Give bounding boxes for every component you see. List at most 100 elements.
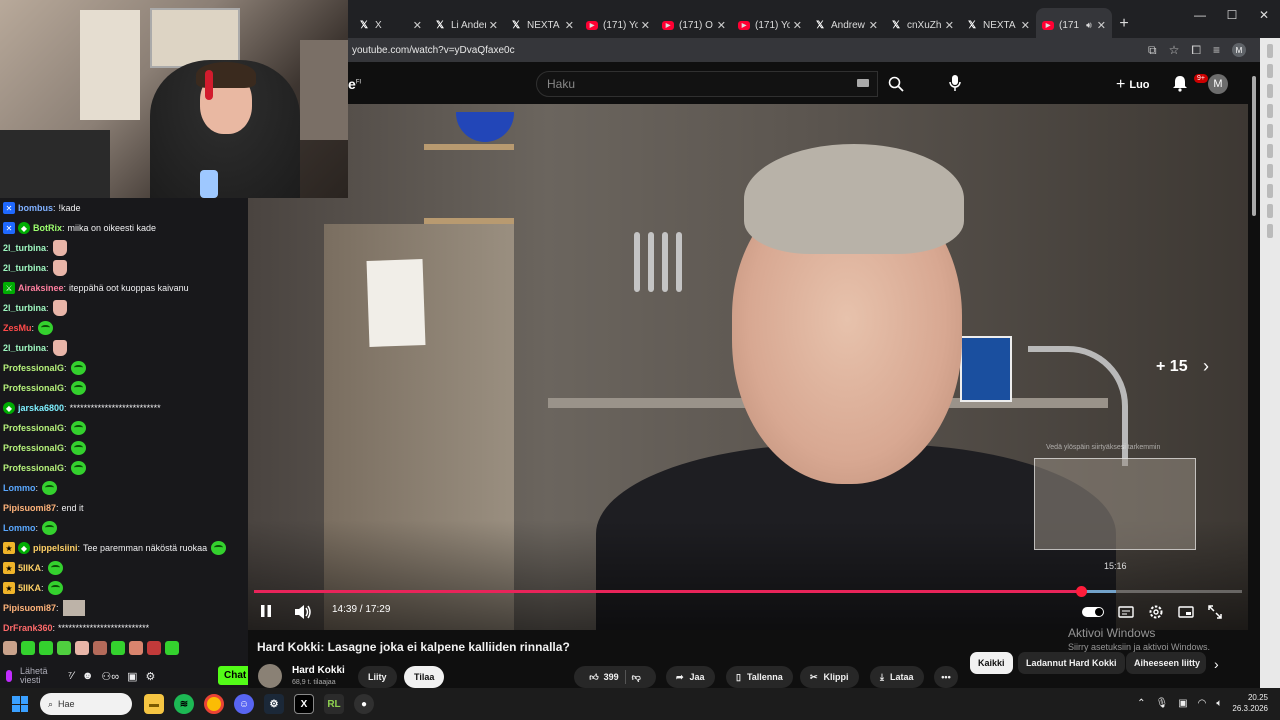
- notifications-button[interactable]: [1172, 74, 1188, 97]
- steam-icon[interactable]: ⚙: [264, 694, 284, 714]
- chat-username[interactable]: Lommo: [3, 483, 36, 493]
- tray-app-icon[interactable]: ▣: [1178, 698, 1187, 709]
- close-tab-icon[interactable]: ✕: [489, 19, 498, 32]
- chat-username[interactable]: bombus: [18, 203, 53, 213]
- chat-send-button[interactable]: Chat: [218, 666, 248, 685]
- channel-name[interactable]: Hard Kokki: [292, 665, 345, 676]
- chat-username[interactable]: DrFrank360: [3, 623, 53, 633]
- chat-username[interactable]: Pipisuomi87: [3, 603, 56, 613]
- chevron-right-icon[interactable]: ›: [1203, 356, 1209, 377]
- chat-username[interactable]: ProfessionalG: [3, 383, 64, 393]
- emote-icon[interactable]: [39, 641, 53, 655]
- chat-store-icon[interactable]: ▣: [127, 670, 137, 683]
- emote-icon[interactable]: [111, 641, 125, 655]
- chat-username[interactable]: ZesMu: [3, 323, 32, 333]
- close-tab-icon[interactable]: ✕: [945, 19, 954, 32]
- subtitles-icon[interactable]: [1118, 606, 1134, 618]
- progress-bar[interactable]: [254, 586, 1242, 597]
- youtube-logo[interactable]: eFI: [348, 76, 361, 92]
- emote-icon[interactable]: [93, 641, 107, 655]
- page-scrollbar[interactable]: [1248, 62, 1260, 688]
- close-window-icon[interactable]: ✕: [1248, 8, 1280, 22]
- chat-username[interactable]: 2l_turbina: [3, 243, 46, 253]
- chat-commands-icon[interactable]: ⁷⁄: [68, 670, 74, 682]
- rl-app-icon[interactable]: RL: [324, 694, 344, 714]
- chat-username[interactable]: Lommo: [3, 523, 36, 533]
- chat-username[interactable]: ProfessionalG: [3, 363, 64, 373]
- emoji-icon[interactable]: ☻: [82, 670, 94, 682]
- search-button[interactable]: [878, 71, 914, 97]
- browser-tab[interactable]: 𝕏 Li Ander ✕: [428, 8, 504, 42]
- chat-username[interactable]: BotRix: [33, 223, 62, 233]
- chat-username[interactable]: 2l_turbina: [3, 303, 46, 313]
- taskbar-clock[interactable]: 20.25 26.3.2026: [1232, 692, 1268, 714]
- account-avatar[interactable]: M: [1208, 74, 1228, 94]
- scrollbar-thumb[interactable]: [1252, 76, 1256, 216]
- browser-tab[interactable]: 𝕏 Andrew ✕: [808, 8, 884, 42]
- close-tab-icon[interactable]: ✕: [413, 19, 422, 32]
- browser-tab[interactable]: 𝕏 X ✕: [352, 8, 428, 42]
- close-tab-icon[interactable]: ✕: [1021, 19, 1030, 32]
- share-button[interactable]: ➦ Jaa: [666, 666, 715, 688]
- tab-audio-icon[interactable]: 🔊︎: [1086, 20, 1092, 31]
- keyboard-icon[interactable]: [857, 79, 869, 87]
- create-button[interactable]: + Luo: [1116, 76, 1150, 94]
- maximize-icon[interactable]: ☐: [1216, 8, 1248, 22]
- chat-username[interactable]: 5IIKA: [18, 583, 41, 593]
- extensions-icon[interactable]: ⧠: [1191, 43, 1201, 58]
- volume-button[interactable]: [294, 604, 312, 620]
- progress-scrubber[interactable]: [1075, 586, 1087, 597]
- emote-icon[interactable]: [129, 641, 143, 655]
- autoplay-toggle[interactable]: [1082, 607, 1104, 617]
- chat-input-bar[interactable]: Lähetä viesti ⁷⁄ ☻ ⚇∞ ▣ ⚙ Chat: [0, 664, 248, 688]
- emote-icon[interactable]: [75, 641, 89, 655]
- chat-input-placeholder[interactable]: Lähetä viesti: [20, 667, 60, 685]
- taskbar-search[interactable]: ⌕ Hae: [40, 693, 132, 715]
- close-tab-icon[interactable]: ✕: [869, 19, 878, 32]
- voice-search-button[interactable]: [948, 74, 962, 97]
- settings-gear-icon[interactable]: [1148, 604, 1164, 620]
- chat-username[interactable]: ProfessionalG: [3, 463, 64, 473]
- url-field[interactable]: youtube.com/watch?v=yDvaQfaxe0c: [348, 45, 1148, 56]
- media-control-icon[interactable]: ≡: [1213, 43, 1220, 57]
- tray-mic-icon[interactable]: 🎙︎: [1156, 698, 1169, 709]
- search-input[interactable]: Haku: [536, 71, 878, 97]
- chip-related[interactable]: Aiheeseen liitty: [1126, 652, 1206, 674]
- clip-button[interactable]: ✂ Klippi: [800, 666, 859, 688]
- emote-icon[interactable]: [165, 641, 179, 655]
- install-app-icon[interactable]: ⧉: [1148, 43, 1157, 58]
- download-button[interactable]: ⤓ Lataa: [870, 666, 924, 688]
- emote-icon[interactable]: [147, 641, 161, 655]
- chat-username[interactable]: pippelsiini: [33, 543, 78, 553]
- chat-username[interactable]: jarska6800: [18, 403, 64, 413]
- obs-icon[interactable]: ●: [354, 694, 374, 714]
- chat-username[interactable]: 2l_turbina: [3, 343, 46, 353]
- close-tab-icon[interactable]: ✕: [793, 19, 802, 32]
- chat-username[interactable]: Pipisuomi87: [3, 503, 56, 513]
- fullscreen-icon[interactable]: [1208, 605, 1222, 619]
- like-button[interactable]: 👍︎ 399: [589, 672, 618, 683]
- chip-from-channel[interactable]: Ladannut Hard Kokki: [1018, 652, 1125, 674]
- chrome-icon[interactable]: [204, 694, 224, 714]
- browser-tab[interactable]: ▶ (171) Yo ✕: [580, 8, 656, 42]
- address-bar[interactable]: youtube.com/watch?v=yDvaQfaxe0c ⧉ ☆ ⧠ ≡ …: [348, 38, 1280, 62]
- tray-chevron-up-icon[interactable]: ⌃: [1137, 698, 1145, 709]
- browser-tab[interactable]: ▶ (171) O ✕: [656, 8, 732, 42]
- close-tab-icon[interactable]: ✕: [717, 19, 726, 32]
- more-actions-button[interactable]: •••: [934, 666, 958, 688]
- new-tab-plus-icon[interactable]: +: [1112, 15, 1136, 33]
- miniplayer-icon[interactable]: [1178, 606, 1194, 618]
- pause-button[interactable]: [260, 604, 272, 618]
- chat-username[interactable]: 2l_turbina: [3, 263, 46, 273]
- chip-all[interactable]: Kaikki: [970, 652, 1013, 674]
- discord-icon[interactable]: ☺: [234, 694, 254, 714]
- close-tab-icon[interactable]: ✕: [565, 19, 574, 32]
- chat-username[interactable]: ProfessionalG: [3, 423, 64, 433]
- subscribe-button[interactable]: Tilaa: [404, 666, 445, 688]
- save-button[interactable]: ▯ Tallenna: [726, 666, 793, 688]
- speaker-icon[interactable]: 🔈︎: [1216, 698, 1222, 709]
- chat-username[interactable]: Airaksinee: [18, 283, 64, 293]
- video-player[interactable]: + 15 › Vedä ylöspäin siirtyäksesi tarkem…: [248, 104, 1248, 630]
- spotify-icon[interactable]: ≋: [174, 694, 194, 714]
- minimize-icon[interactable]: —: [1184, 8, 1216, 22]
